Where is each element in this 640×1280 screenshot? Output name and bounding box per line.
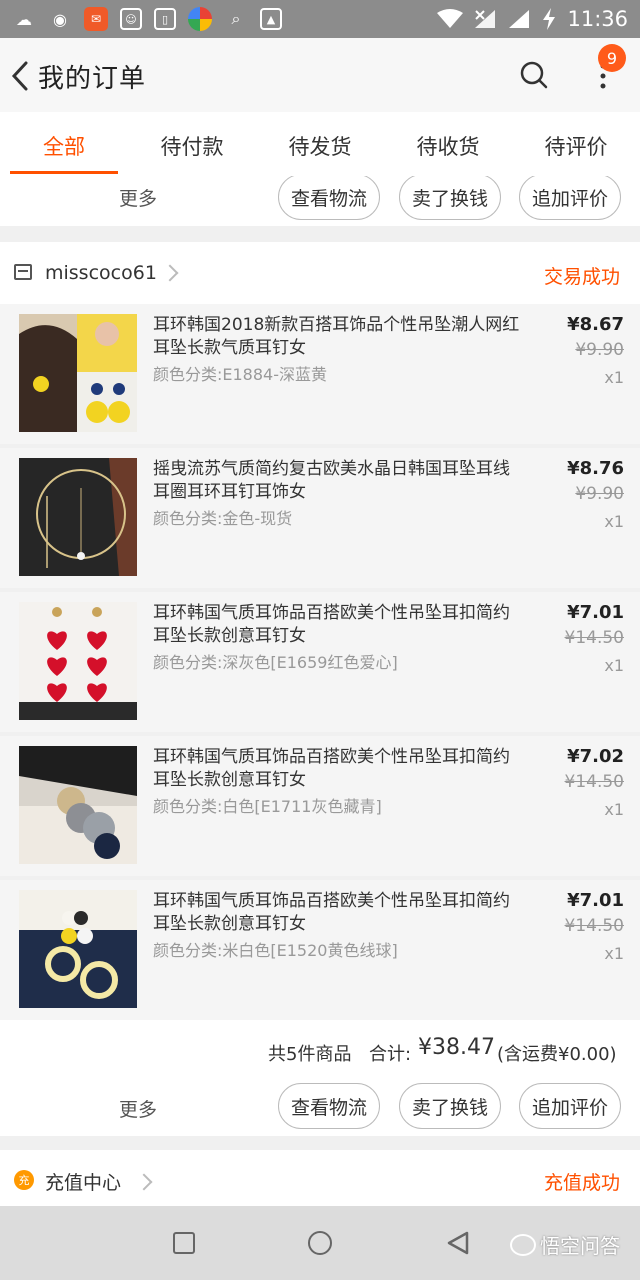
product-thumbnail [19, 314, 137, 432]
tab-pending-receipt[interactable]: 待收货 [384, 112, 512, 176]
order-item[interactable]: 耳环韩国2018新款百搭耳饰品个性吊坠潮人网红耳坠长款气质耳钉女 颜色分类:E1… [0, 304, 640, 444]
order-item[interactable]: 耳环韩国气质耳饰品百搭欧美个性吊坠耳扣简约耳坠长款创意耳钉女 颜色分类:白色[E… [0, 736, 640, 876]
product-quantity: x1 [604, 656, 624, 675]
product-thumbnail [19, 890, 137, 1008]
more-link[interactable]: 更多 [119, 1095, 157, 1122]
smile-icon: ☺ [120, 8, 142, 30]
back-triangle-icon[interactable] [445, 1230, 471, 1256]
product-sku: 颜色分类:E1884-深蓝黄 [153, 365, 327, 384]
shipping-fee: (含运费¥0.00) [497, 1044, 617, 1065]
no-signal-icon [475, 10, 496, 28]
shop-icon [14, 264, 32, 280]
watermark-logo-icon [510, 1233, 536, 1256]
product-original-price: ¥9.90 [575, 484, 624, 504]
product-original-price: ¥14.50 [564, 628, 624, 648]
item-count: 共5件商品 [268, 1044, 352, 1065]
resell-button[interactable]: 卖了换钱 [399, 176, 501, 220]
product-title: 摇曳流苏气质简约复古欧美水晶日韩国耳坠耳线耳圈耳环耳钉耳饰女 [153, 459, 510, 502]
back-arrow-icon[interactable] [6, 58, 36, 94]
order-status: 交易成功 [543, 266, 620, 288]
product-sku: 颜色分类:白色[E1711灰色藏青] [153, 797, 382, 816]
search-icon[interactable] [519, 60, 549, 90]
shop-header[interactable]: misscoco61 交易成功 [0, 242, 640, 304]
product-price: ¥7.02 [567, 746, 624, 767]
product-price: ¥7.01 [567, 890, 624, 911]
total-label: 合计: [369, 1044, 412, 1065]
view-logistics-button[interactable]: 查看物流 [278, 1083, 380, 1129]
order-summary: 共5件商品 合计: ¥38.47 (含运费¥0.00) [0, 1020, 640, 1080]
product-quantity: x1 [604, 368, 624, 387]
app-icon: ✉ [84, 7, 108, 31]
previous-order-actions: 更多 查看物流 卖了换钱 追加评价 [0, 176, 640, 226]
watermark: 悟空问答 [510, 1230, 620, 1259]
product-quantity: x1 [604, 512, 624, 531]
product-price: ¥8.67 [567, 314, 624, 335]
product-title: 耳环韩国2018新款百搭耳饰品个性吊坠潮人网红耳坠长款气质耳钉女 [153, 315, 520, 358]
product-original-price: ¥9.90 [575, 340, 624, 360]
product-title: 耳环韩国气质耳饰品百搭欧美个性吊坠耳扣简约耳坠长款创意耳钉女 [153, 603, 510, 646]
shop-name: 充值中心 [45, 1172, 122, 1194]
more-link[interactable]: 更多 [119, 184, 157, 211]
wifi-icon [437, 9, 464, 28]
product-thumbnail [19, 602, 137, 720]
watermark-text: 悟空问答 [540, 1234, 620, 1258]
product-price: ¥8.76 [567, 458, 624, 479]
product-title: 耳环韩国气质耳饰品百搭欧美个性吊坠耳扣简约耳坠长款创意耳钉女 [153, 891, 510, 934]
view-logistics-button[interactable]: 查看物流 [278, 176, 380, 220]
order-item[interactable]: 摇曳流苏气质简约复古欧美水晶日韩国耳坠耳线耳圈耳环耳钉耳饰女 颜色分类:金色-现… [0, 448, 640, 588]
add-review-button[interactable]: 追加评价 [519, 176, 621, 220]
product-sku: 颜色分类:深灰色[E1659红色爱心] [153, 653, 398, 672]
order-tabs: 全部 待付款 待发货 待收货 待评价 [0, 112, 640, 176]
clock: 11:36 [567, 7, 628, 31]
system-nav-bar: 悟空问答 [0, 1206, 640, 1280]
order-actions: 更多 查看物流 卖了换钱 追加评价 [0, 1080, 640, 1136]
browser-icon [188, 7, 212, 31]
product-title: 耳环韩国气质耳饰品百搭欧美个性吊坠耳扣简约耳坠长款创意耳钉女 [153, 747, 510, 790]
recharge-icon: 充 [14, 1170, 34, 1190]
tab-all[interactable]: 全部 [0, 112, 128, 176]
product-thumbnail [19, 458, 137, 576]
add-review-button[interactable]: 追加评价 [519, 1083, 621, 1129]
charging-icon [543, 8, 556, 30]
product-thumbnail [19, 746, 137, 864]
order-status: 充值成功 [543, 1172, 620, 1194]
home-icon[interactable] [308, 1231, 332, 1255]
search-notify-icon: ⌕ [231, 9, 241, 28]
order-total: ¥38.47 [418, 1035, 495, 1060]
notification-badge: 9 [598, 44, 626, 72]
status-bar: ☁ ◉ ✉ ☺ ▯ ⌕ ▲ 11:36 [0, 0, 640, 38]
weibo-icon: ◉ [53, 9, 67, 29]
signal-icon [509, 10, 530, 28]
sim-icon: ▯ [154, 8, 176, 30]
product-original-price: ¥14.50 [564, 916, 624, 936]
chevron-right-icon [161, 264, 179, 282]
product-sku: 颜色分类:米白色[E1520黄色线球] [153, 941, 398, 960]
resell-button[interactable]: 卖了换钱 [399, 1083, 501, 1129]
system-status: 11:36 [437, 7, 628, 31]
shop-name: misscoco61 [45, 262, 157, 284]
product-price: ¥7.01 [567, 602, 624, 623]
recent-apps-icon[interactable] [173, 1232, 195, 1254]
next-order-header[interactable]: 充 充值中心 充值成功 [0, 1150, 640, 1206]
cloud-icon: ☁ [16, 9, 32, 29]
product-quantity: x1 [604, 944, 624, 963]
order-item[interactable]: 耳环韩国气质耳饰品百搭欧美个性吊坠耳扣简约耳坠长款创意耳钉女 颜色分类:深灰色[… [0, 592, 640, 732]
page-title: 我的订单 [38, 64, 147, 94]
app-header: 我的订单 9 [0, 38, 640, 112]
notification-icons: ☁ ◉ ✉ ☺ ▯ ⌕ ▲ [12, 7, 282, 31]
tab-pending-review[interactable]: 待评价 [512, 112, 640, 176]
product-quantity: x1 [604, 800, 624, 819]
product-sku: 颜色分类:金色-现货 [153, 509, 293, 528]
order-item[interactable]: 耳环韩国气质耳饰品百搭欧美个性吊坠耳扣简约耳坠长款创意耳钉女 颜色分类:米白色[… [0, 880, 640, 1020]
tab-pending-payment[interactable]: 待付款 [128, 112, 256, 176]
chevron-right-icon [135, 1173, 153, 1191]
tab-pending-shipment[interactable]: 待发货 [256, 112, 384, 176]
product-original-price: ¥14.50 [564, 772, 624, 792]
image-icon: ▲ [260, 8, 282, 30]
